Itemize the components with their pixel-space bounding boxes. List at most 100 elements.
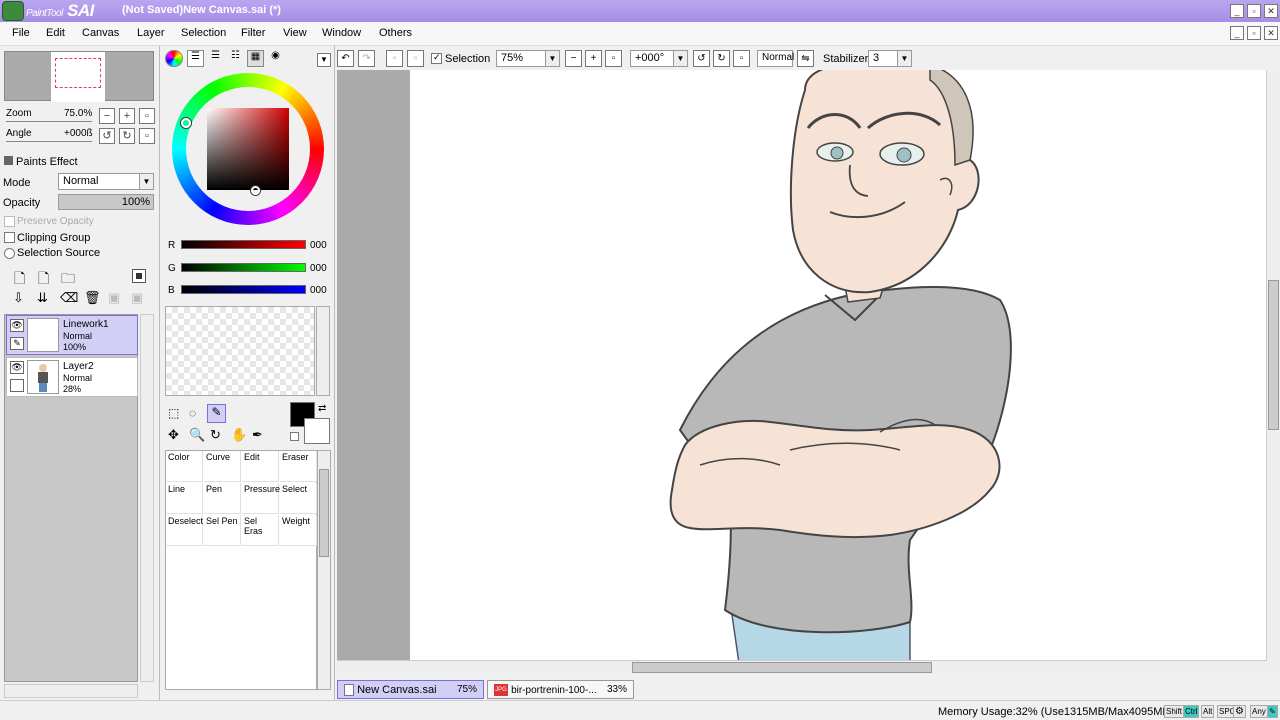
rotate-icon[interactable]: ↻ [210, 427, 221, 443]
angle-select[interactable]: +000° ▼ [630, 50, 688, 67]
tool-pen[interactable]: Pen [204, 483, 241, 514]
view-mode-select[interactable]: Normal [757, 50, 794, 67]
flip-view-button[interactable]: ⇋ [797, 50, 814, 67]
zoom-in-button[interactable]: + [119, 108, 135, 124]
layer-row[interactable]: 👁 ✎ Linework1 Normal 100% [6, 315, 138, 355]
eye-icon[interactable]: 👁 [10, 319, 24, 332]
palette-tab-icon[interactable]: ◉ [267, 50, 284, 67]
toolbar-rotate-left-button[interactable]: ↺ [693, 50, 710, 67]
canvas-paper[interactable] [410, 70, 1267, 660]
tool-scrollbar[interactable] [317, 450, 331, 690]
toolbar-zoom-in-button[interactable]: + [585, 50, 602, 67]
menu-edit[interactable]: Edit [46, 27, 65, 39]
redo-button[interactable]: ↷ [358, 50, 375, 67]
doc-maximize-button[interactable]: ▫ [1247, 26, 1261, 40]
undo-button[interactable]: ↶ [337, 50, 354, 67]
delete-mask-icon[interactable]: ▣ [131, 290, 143, 306]
layer-mask-icon[interactable] [132, 269, 146, 283]
zoom-reset-button[interactable]: ▫ [139, 108, 155, 124]
layer-scrollbar[interactable] [140, 314, 154, 682]
hue-wheel[interactable] [172, 73, 324, 225]
preserve-opacity-checkbox[interactable] [4, 216, 15, 227]
menu-filter[interactable]: Filter [241, 27, 265, 39]
tool-curve[interactable]: Curve [204, 451, 241, 482]
hand-icon[interactable]: ✋ [231, 427, 247, 443]
tool-edit[interactable]: Edit [242, 451, 279, 482]
toolbar-rotate-right-button[interactable]: ↻ [713, 50, 730, 67]
move-icon[interactable]: ✥ [168, 427, 179, 443]
apply-mask-icon[interactable]: ▣ [108, 290, 120, 306]
delete-layer-icon[interactable]: 🗑 [84, 290, 101, 306]
menu-file[interactable]: File [12, 27, 30, 39]
merge-down-icon[interactable]: ⇊ [37, 290, 48, 306]
g-value[interactable]: 000 [310, 263, 327, 274]
toolbar-zoom-out-button[interactable]: − [565, 50, 582, 67]
selection-checkbox[interactable]: ✓ [431, 52, 442, 64]
scratchpad[interactable] [165, 306, 315, 396]
new-linework-layer-icon[interactable]: 🗋 [38, 268, 49, 292]
b-value[interactable]: 000 [310, 285, 327, 296]
green-slider[interactable] [181, 263, 306, 272]
default-colors-icon[interactable] [290, 432, 299, 441]
navigator-view-rect[interactable] [55, 58, 101, 88]
eye-icon[interactable]: 👁 [10, 361, 24, 374]
rotate-right-button[interactable]: ↻ [119, 128, 135, 144]
canvas-hscrollbar[interactable] [337, 660, 1267, 674]
panel-menu-icon[interactable]: ▼ [317, 53, 331, 67]
swap-colors-icon[interactable]: ⇄ [318, 403, 326, 414]
blue-slider[interactable] [181, 285, 306, 294]
navigator-preview[interactable] [4, 51, 154, 102]
canvas-vscrollbar[interactable] [1266, 70, 1280, 674]
deselect-button[interactable]: ▫ [386, 50, 403, 67]
zoom-select[interactable]: 75% ▼ [496, 50, 560, 67]
close-button[interactable]: ✕ [1264, 4, 1278, 18]
red-slider[interactable] [181, 240, 306, 249]
zoom-out-button[interactable]: − [99, 108, 115, 124]
opacity-slider[interactable]: 100% [58, 194, 154, 210]
transfer-down-icon[interactable]: ⇩ [13, 290, 24, 306]
new-layer-icon[interactable]: 🗋 [14, 268, 25, 292]
clear-layer-icon[interactable]: ⌫ [60, 290, 78, 306]
hsv-slider-tab-icon[interactable]: ☰ [207, 50, 224, 67]
menu-selection[interactable]: Selection [181, 27, 226, 39]
tool-color[interactable]: Color [166, 451, 203, 482]
stabilizer-select[interactable]: 3 ▼ [868, 50, 912, 67]
tool-weight[interactable]: Weight [280, 515, 317, 546]
tool-pressure[interactable]: Pressure [242, 483, 280, 514]
lock-toggle[interactable] [10, 379, 24, 392]
tool-select[interactable]: Select [280, 483, 317, 514]
invert-selection-button[interactable]: ▫ [407, 50, 424, 67]
scratchpad-tab-icon[interactable]: ▦ [247, 50, 264, 67]
tool-sel-pen[interactable]: Sel Pen [204, 515, 241, 546]
layer-row[interactable]: 👁 Layer2 Normal 28% [6, 357, 138, 397]
menu-canvas[interactable]: Canvas [82, 27, 119, 39]
tool-deselect[interactable]: Deselect [166, 515, 203, 546]
blend-mode-select[interactable]: Normal ▼ [58, 173, 154, 190]
scratchpad-scrollbar[interactable] [316, 306, 330, 396]
rgb-slider-tab-icon[interactable]: ☰ [187, 50, 204, 67]
angle-slider[interactable] [6, 141, 92, 142]
rect-select-icon[interactable]: ⬚ [168, 406, 179, 420]
maximize-button[interactable]: ▫ [1247, 4, 1261, 18]
minimize-button[interactable]: _ [1230, 4, 1244, 18]
tab-new-canvas[interactable]: New Canvas.sai 75% [337, 680, 484, 699]
secondary-color-swatch[interactable] [304, 418, 330, 444]
menu-others[interactable]: Others [379, 27, 412, 39]
magic-wand-icon[interactable]: ✎ [207, 404, 226, 423]
color-wheel-tab-icon[interactable] [165, 50, 183, 67]
menu-window[interactable]: Window [322, 27, 361, 39]
clipping-group-checkbox[interactable] [4, 232, 15, 243]
rotate-left-button[interactable]: ↺ [99, 128, 115, 144]
canvas-viewport[interactable] [337, 70, 1267, 660]
saturation-value-square[interactable] [207, 108, 289, 190]
eyedropper-icon[interactable]: ✒ [252, 427, 263, 443]
pen-icon[interactable]: ✎ [10, 337, 24, 350]
doc-close-button[interactable]: ✕ [1264, 26, 1278, 40]
tab-portrait[interactable]: JPG bir-portrenin-100-... 33% [487, 680, 634, 699]
tool-sel-eras[interactable]: Sel Eras [242, 515, 279, 546]
doc-minimize-button[interactable]: _ [1230, 26, 1244, 40]
toolbar-rotate-reset-button[interactable]: ▫ [733, 50, 750, 67]
menu-view[interactable]: View [283, 27, 307, 39]
rotate-reset-button[interactable]: ▫ [139, 128, 155, 144]
hue-marker[interactable] [181, 118, 191, 128]
